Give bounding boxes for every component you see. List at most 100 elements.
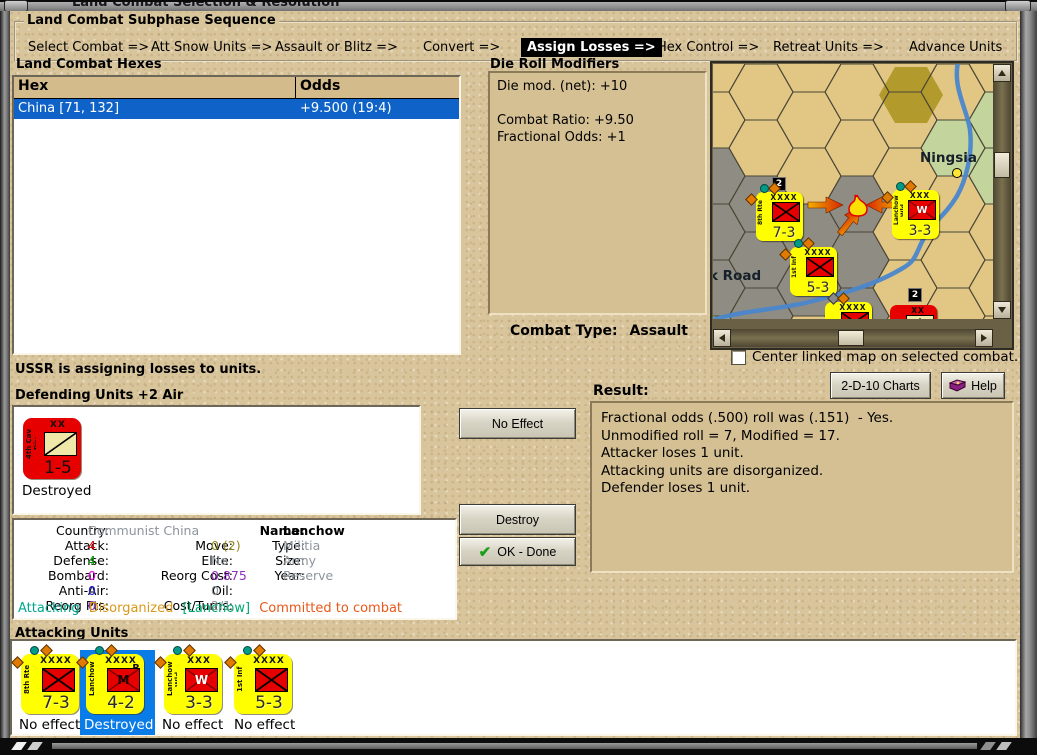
bombard-value: 0 — [88, 568, 96, 583]
defense-value: 4 — [88, 553, 96, 568]
subphase-sequence-title: Land Combat Subphase Sequence — [24, 13, 279, 28]
scroll-down-button[interactable] — [993, 301, 1011, 319]
center-map-checkbox-label: Center linked map on selected combat. — [752, 349, 1019, 365]
phase-retreat-units: Retreat Units => — [773, 40, 884, 55]
detail-row: Attack: 4 Move: 0 (2) Type: Militia — [14, 538, 455, 553]
oil-value: 0 — [211, 583, 219, 598]
arrow-up-icon — [998, 70, 1006, 76]
unit-strength: 1-5 — [44, 458, 72, 478]
defending-unit-counter[interactable]: 4th Cav Div XX 1-5 — [23, 418, 81, 479]
linked-map[interactable]: Ningsia k Road 2 2 8th Rte XXXX 7-3 Lanc… — [710, 61, 1014, 350]
unit-size-label: XXX — [909, 191, 931, 200]
map-horizontal-scrollbar[interactable] — [713, 329, 993, 347]
phase-hex-control: Hex Control => — [657, 40, 760, 55]
statusbar-decoration — [11, 742, 27, 750]
vertical-scroll-thumb[interactable] — [994, 152, 1010, 178]
year-value: Reserve — [283, 568, 334, 583]
militia-symbol: W — [908, 200, 936, 220]
no-effect-button[interactable]: No Effect — [459, 408, 576, 439]
arrow-right-icon — [981, 334, 987, 342]
destroy-label: Destroy — [495, 512, 540, 527]
status-dot — [154, 656, 167, 669]
anti-air-label: Anti-Air: — [58, 583, 109, 598]
subphase-sequence-group: Land Combat Subphase Sequence Select Com… — [14, 13, 1018, 62]
name-value: Lanchow — [283, 523, 345, 538]
combat-hex-row-selected[interactable]: China [71, 132] +9.500 (19:4) — [14, 99, 459, 119]
arrow-left-icon — [719, 334, 725, 342]
scroll-left-button[interactable] — [713, 329, 731, 347]
arrow-down-icon — [998, 307, 1006, 313]
unit-size-label: XXXX — [804, 248, 832, 257]
militia-symbol: M — [107, 668, 140, 692]
map-vertical-scrollbar[interactable] — [993, 64, 1011, 319]
city-label: Ningsia — [920, 150, 977, 166]
dialog-body: Land Combat Subphase Sequence Select Com… — [10, 11, 1020, 738]
result-title: Result: — [593, 383, 649, 399]
status-attacking: Attacking — [18, 601, 80, 616]
combat-hexes-title: Land Combat Hexes — [16, 57, 162, 72]
combat-hexes-header: Hex Odds — [14, 77, 459, 99]
unit-strength: 4-2 — [107, 693, 135, 713]
status-dot — [183, 644, 196, 657]
attacking-unit-5-3[interactable]: 1st Inf XXXX 5-3 — [224, 644, 292, 714]
help-button[interactable]: Help — [941, 372, 1005, 399]
militia-symbol: W — [185, 668, 218, 692]
unit-size-label: XXXX — [253, 656, 285, 666]
destroy-button[interactable]: Destroy — [459, 504, 576, 535]
charts-button[interactable]: 2-D-10 Charts — [830, 372, 931, 399]
window-frame-left — [0, 11, 10, 738]
elite-value: No — [211, 553, 228, 568]
horizontal-scroll-thumb[interactable] — [838, 330, 864, 346]
result-line: Attacker loses 1 unit. — [601, 445, 744, 461]
infantry-symbol — [255, 668, 288, 692]
anti-air-value: 0 — [88, 583, 96, 598]
scroll-up-button[interactable] — [993, 64, 1011, 82]
combat-hex-name: China [71, 132] — [18, 101, 120, 116]
unit-status-line: Attacking Disorganized [Lanchow] Committ… — [18, 601, 407, 616]
status-committed: Committed to combat — [259, 601, 403, 616]
defending-unit-status: Destroyed — [22, 483, 92, 499]
status-dot — [173, 646, 182, 655]
infantry-symbol — [42, 668, 75, 692]
unit-size-label: XXXX — [839, 303, 867, 312]
phase-convert: Convert => — [423, 40, 501, 55]
phase-att-snow-units: Att Snow Units => — [151, 40, 273, 55]
combat-type-row: Combat Type: Assault — [510, 323, 688, 339]
status-hex: [Lanchow] — [182, 601, 251, 616]
phase-assault-or-blitz: Assault or Blitz => — [275, 40, 398, 55]
attacking-unit-4-2[interactable]: Lanchow XXXX R M 4-2 — [76, 644, 144, 714]
phase-select-combat: Select Combat => — [28, 40, 150, 55]
column-header-hex: Hex — [14, 77, 296, 98]
map-unit-partial[interactable]: XXXX — [825, 292, 872, 319]
map-unit-3-3[interactable]: Lanchow Wld XXX W 3-3 — [881, 180, 939, 239]
attacking-unit-7-3[interactable]: 8th Rte XXXX 7-3 — [11, 644, 79, 714]
defending-units-title: Defending Units +2 Air — [15, 388, 184, 403]
attacking-unit-3-3[interactable]: Lanchow Wld XXX W 3-3 — [154, 644, 222, 714]
combat-ratio-line: Combat Ratio: +9.50 — [497, 113, 634, 128]
map-viewport[interactable]: Ningsia k Road 2 2 8th Rte XXXX 7-3 Lanc… — [713, 64, 993, 319]
attacking-units-panel: 8th Rte XXXX 7-3 No effect Lanchow XXXX … — [10, 639, 1017, 736]
attacking-unit-status: No effect — [19, 717, 81, 733]
selected-unit-highlight: Lanchow XXXX R M 4-2 Destroyed — [76, 644, 155, 735]
scroll-right-button[interactable] — [975, 329, 993, 347]
map-unit-7-3[interactable]: 8th Rte XXXX 7-3 — [745, 182, 803, 241]
map-unit-partial-red[interactable]: XX — [890, 305, 937, 319]
stack-count-badge: 2 — [908, 288, 922, 302]
attack-label: Attack: — [64, 538, 109, 553]
detail-row: Bombard: 0 Reorg Cost: 0.875 Year: Reser… — [14, 568, 455, 583]
status-dot — [11, 656, 24, 669]
status-dot — [243, 646, 252, 655]
unit-strength: 3-3 — [185, 693, 213, 713]
detail-row: Defense: 4 Elite: No Size: Army — [14, 553, 455, 568]
map-unit-5-3[interactable]: 1st Inf XXXX 5-3 — [779, 237, 837, 296]
die-mod-line: Die mod. (net): +10 — [497, 79, 628, 94]
ok-done-button[interactable]: ✔ OK - Done — [459, 537, 576, 566]
status-dot — [40, 644, 53, 657]
window-frame-right — [1020, 11, 1037, 738]
center-map-checkbox[interactable] — [731, 350, 746, 365]
combat-hex-odds: +9.500 (19:4) — [300, 101, 392, 116]
road-label: k Road — [713, 268, 762, 284]
infantry-symbol — [841, 312, 869, 319]
status-dot — [105, 644, 118, 657]
